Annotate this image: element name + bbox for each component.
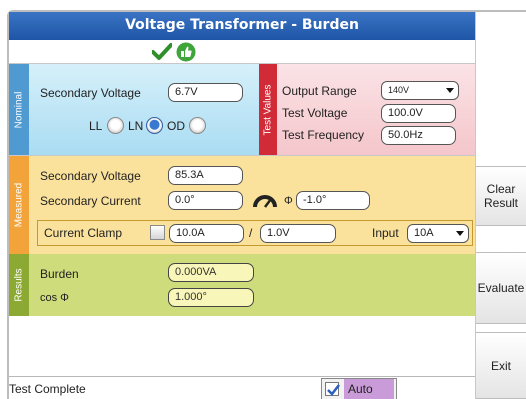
auto-checkbox[interactable] — [325, 382, 340, 396]
test-frequency-label: Test Frequency — [282, 128, 365, 142]
status-icon-row — [9, 40, 475, 64]
output-range-label: Output Range — [282, 84, 357, 98]
nominal-secondary-voltage-label: Secondary Voltage — [40, 86, 141, 100]
burden-label: Burden — [40, 267, 79, 281]
test-values-tab: Test Values — [259, 64, 277, 155]
measured-tab: Measured — [9, 156, 29, 254]
test-values-panel: Test Values Output Range 140V Test Volta… — [259, 64, 475, 155]
gauge-icon — [253, 195, 277, 208]
secondary-current-label: Secondary Current — [40, 194, 141, 208]
empty-area — [9, 316, 475, 376]
clamp-voltage-field[interactable]: 1.0V — [260, 224, 336, 243]
measured-secondary-voltage-field[interactable]: 85.3A — [168, 166, 243, 185]
auto-label: Auto — [344, 379, 394, 399]
current-clamp-checkbox[interactable] — [150, 225, 165, 240]
current-clamp-label: Current Clamp — [44, 226, 123, 240]
nominal-tab: Nominal — [9, 64, 29, 155]
phi-symbol: Φ — [284, 195, 293, 207]
cos-phi-label: cos Φ — [40, 292, 69, 304]
test-frequency-field[interactable]: 50.0Hz — [381, 126, 456, 145]
checkmark-icon — [327, 384, 340, 396]
output-range-value: 140V — [388, 85, 410, 95]
input-value: 10A — [414, 227, 434, 239]
results-tab: Results — [9, 254, 29, 316]
burden-field: 0.000VA — [168, 263, 254, 282]
current-clamp-row: Current Clamp 10.0A / 1.0V Input 10A — [37, 220, 473, 246]
test-voltage-field[interactable]: 100.0V — [381, 104, 456, 123]
status-bar: Test Complete Auto — [9, 376, 475, 399]
input-select[interactable]: 10A — [407, 224, 469, 243]
od-radio[interactable] — [189, 117, 206, 134]
results-section: Results Burden 0.000VA cos Φ 1.000° — [9, 254, 475, 316]
thumbs-up-icon — [176, 42, 196, 62]
status-message: Test Complete — [9, 382, 86, 396]
evaluate-button[interactable]: Evaluate — [476, 252, 526, 324]
clamp-current-field[interactable]: 10.0A — [169, 224, 244, 243]
measured-section: Measured Secondary Voltage 85.3A Seconda… — [9, 156, 475, 254]
clamp-separator: / — [249, 226, 253, 240]
ll-radio[interactable] — [107, 117, 124, 134]
od-label: OD — [167, 119, 185, 133]
chevron-down-icon — [446, 88, 454, 93]
auto-toggle[interactable]: Auto — [321, 378, 397, 399]
clear-result-button[interactable]: Clear Result — [476, 166, 526, 226]
ln-radio[interactable] — [146, 117, 163, 134]
measured-secondary-voltage-label: Secondary Voltage — [40, 169, 141, 183]
nominal-secondary-voltage-field[interactable]: 6.7V — [168, 83, 243, 102]
output-range-select[interactable]: 140V — [381, 81, 459, 100]
ll-label: LL — [89, 119, 103, 133]
chevron-down-icon — [456, 231, 464, 236]
check-icon — [152, 43, 172, 60]
input-label: Input — [372, 226, 399, 240]
window-title: Voltage Transformer - Burden — [9, 12, 475, 40]
test-voltage-label: Test Voltage — [282, 106, 348, 120]
ln-label: LN — [128, 119, 144, 133]
nominal-section: Nominal Secondary Voltage 6.7V LL LN OD … — [9, 64, 475, 156]
exit-button[interactable]: Exit — [476, 332, 526, 399]
cos-phi-field: 1.000° — [168, 288, 254, 307]
secondary-current-field[interactable]: 0.0° — [168, 191, 243, 210]
phi-field[interactable]: -1.0° — [296, 191, 370, 210]
